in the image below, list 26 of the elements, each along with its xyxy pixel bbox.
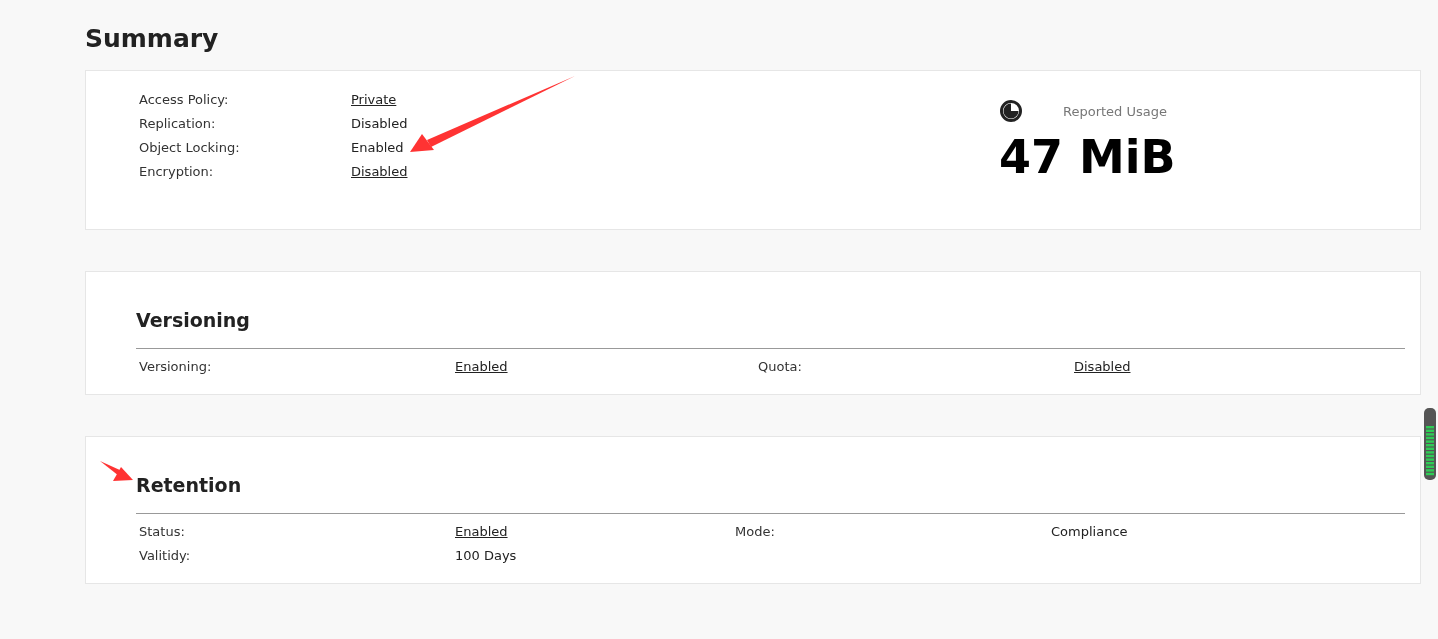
field-label: Object Locking: [139, 139, 241, 157]
section-heading: Versioning [136, 306, 1405, 349]
field-value: Compliance [1051, 523, 1128, 541]
field-label: Mode: [735, 523, 776, 541]
field-label: Versioning: [139, 358, 213, 376]
field-label: Access Policy: [139, 91, 230, 109]
field-value: Disabled [351, 115, 408, 133]
value-link[interactable]: Disabled [1074, 358, 1131, 376]
usage-label: Reported Usage [1063, 103, 1167, 119]
field-label: Encryption: [139, 163, 215, 181]
field-value: 100 Days [455, 547, 517, 565]
value-link[interactable]: Enabled [455, 358, 508, 376]
pie-chart-icon [999, 99, 1023, 123]
value-link[interactable]: Disabled [351, 163, 408, 181]
value-link[interactable]: Enabled [455, 523, 508, 541]
value-link[interactable]: Private [351, 91, 397, 109]
field-label: Quota: [758, 358, 803, 376]
usage-value: 47 MiB [999, 129, 1176, 185]
scroll-indicator-icon [1424, 408, 1436, 480]
field-label: Replication: [139, 115, 217, 133]
page-title: Summary [85, 23, 220, 55]
field-label: Valitidy: [139, 547, 192, 565]
annotation-arrow [100, 461, 133, 481]
field-label: Status: [139, 523, 186, 541]
section-heading: Retention [136, 471, 1405, 514]
field-value: Enabled [351, 139, 404, 157]
